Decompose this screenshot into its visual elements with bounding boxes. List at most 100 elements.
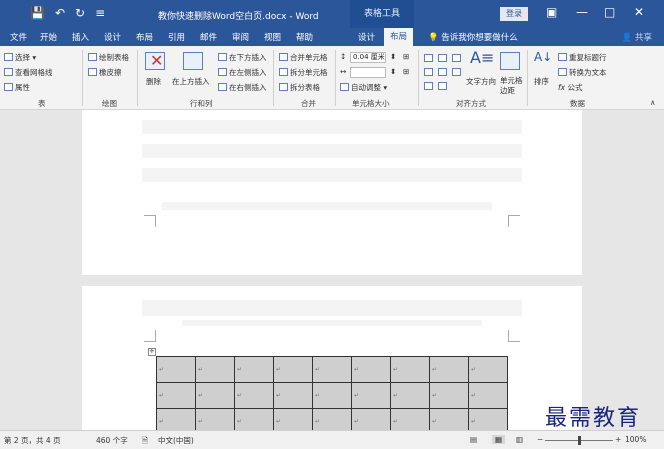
table-cell[interactable]: ↵: [390, 356, 430, 383]
maximize-icon[interactable]: □: [604, 5, 615, 19]
autofit-label: 自动调整 ▾: [351, 83, 388, 92]
distribute-columns-icon[interactable]: ⊞: [403, 67, 409, 76]
align-middle-center-icon[interactable]: [438, 68, 447, 76]
tab-design[interactable]: 设计: [104, 31, 121, 43]
insert-left-button[interactable]: 在左侧插入: [218, 67, 267, 78]
table-cell[interactable]: ↵: [273, 356, 313, 383]
autofit-button[interactable]: 自动调整 ▾: [340, 82, 387, 93]
table-cell[interactable]: ↵: [156, 382, 196, 409]
ribbon-display-options-icon[interactable]: ▣: [546, 5, 557, 19]
tab-mailings[interactable]: 邮件: [200, 31, 217, 43]
table-cell[interactable]: ↵: [468, 356, 508, 383]
distribute-rows-icon[interactable]: ⊞: [403, 52, 409, 61]
share-button[interactable]: 👤 共享: [622, 31, 652, 43]
document-page[interactable]: [82, 110, 582, 275]
table-cell[interactable]: ↵: [273, 408, 313, 430]
row-height-input[interactable]: 0.04 厘米: [350, 52, 386, 63]
table-cell[interactable]: ↵: [312, 382, 352, 409]
table-cell[interactable]: ↵: [468, 382, 508, 409]
group-separator: [137, 50, 138, 106]
collapse-ribbon-icon[interactable]: ∧: [650, 98, 656, 107]
align-top-left-icon[interactable]: [424, 54, 433, 62]
document-table[interactable]: ↵ ↵ ↵ ↵ ↵ ↵ ↵ ↵ ↵ ↵ ↵ ↵ ↵ ↵ ↵ ↵ ↵ ↵ ↵ ↵ ↵ ↵ ↵ ↵ ↵ ↵ ↵: [156, 356, 508, 430]
table-cell[interactable]: ↵: [351, 356, 391, 383]
table-cell[interactable]: ↵: [429, 356, 469, 383]
table-cell[interactable]: ↵: [312, 408, 352, 430]
login-button[interactable]: 登录: [500, 7, 528, 21]
tab-file[interactable]: 文件: [10, 31, 27, 43]
zoom-slider-thumb[interactable]: [578, 436, 581, 445]
language-indicator[interactable]: 中文(中国): [158, 435, 194, 446]
spinner-arrows-icon[interactable]: ⬍: [390, 67, 396, 76]
repeat-header-rows-button[interactable]: 重复标题行: [558, 52, 607, 63]
table-move-handle-icon[interactable]: ✛: [148, 348, 156, 356]
spinner-arrows-icon[interactable]: ⬍: [390, 52, 396, 61]
table-cell[interactable]: ↵: [156, 408, 196, 430]
table-cell[interactable]: ↵: [390, 382, 430, 409]
close-icon[interactable]: ✕: [634, 5, 644, 19]
table-cell[interactable]: ↵: [351, 382, 391, 409]
tab-home[interactable]: 开始: [40, 31, 57, 43]
table-cell[interactable]: ↵: [273, 382, 313, 409]
column-width-input[interactable]: [350, 67, 386, 78]
table-cell[interactable]: ↵: [468, 408, 508, 430]
document-area[interactable]: ✛ ↵ ↵ ↵ ↵ ↵ ↵ ↵ ↵ ↵ ↵ ↵ ↵ ↵ ↵ ↵ ↵ ↵ ↵ ↵ ↵ ↵ ↵ ↵ ↵ ↵ ↵ ↵: [0, 110, 664, 430]
align-middle-left-icon[interactable]: [424, 68, 433, 76]
align-bottom-center-icon[interactable]: [438, 82, 447, 90]
table-cell[interactable]: ↵: [312, 356, 352, 383]
merge-cells-button[interactable]: 合并单元格: [279, 52, 328, 63]
page-count[interactable]: 第 2 页，共 4 页: [4, 435, 61, 446]
formula-button[interactable]: fx 公式: [558, 82, 582, 93]
web-layout-icon[interactable]: ▥: [516, 435, 523, 444]
insert-right-button[interactable]: 在右侧插入: [218, 82, 267, 93]
print-layout-icon[interactable]: ▦: [492, 435, 506, 444]
table-cell[interactable]: ↵: [195, 408, 235, 430]
zoom-level[interactable]: 100%: [625, 435, 646, 444]
properties-button[interactable]: 属性: [4, 82, 30, 93]
tab-view[interactable]: 视图: [264, 31, 281, 43]
minimize-icon[interactable]: —: [576, 5, 588, 19]
insert-below-button[interactable]: 在下方插入: [218, 52, 267, 63]
insert-below-label: 在下方插入: [229, 53, 267, 62]
tab-table-layout[interactable]: 布局: [384, 28, 414, 46]
table-cell[interactable]: ↵: [234, 356, 274, 383]
convert-to-text-button[interactable]: 转换为文本: [558, 67, 607, 78]
draw-table-button[interactable]: 绘制表格: [88, 52, 129, 63]
table-cell[interactable]: ↵: [234, 382, 274, 409]
table-cell[interactable]: ↵: [429, 408, 469, 430]
tab-insert[interactable]: 插入: [72, 31, 89, 43]
redo-icon[interactable]: ↻: [75, 6, 85, 20]
pencil-icon: [88, 53, 97, 61]
tab-references[interactable]: 引用: [168, 31, 185, 43]
undo-icon[interactable]: ↶: [55, 6, 65, 20]
align-bottom-left-icon[interactable]: [424, 82, 433, 90]
zoom-in-icon[interactable]: +: [615, 435, 621, 444]
view-gridlines-button[interactable]: 查看网格线: [4, 67, 53, 78]
align-top-right-icon[interactable]: [452, 54, 461, 62]
align-top-center-icon[interactable]: [438, 54, 447, 62]
tell-me-search[interactable]: 💡 告诉我你想要做什么: [428, 31, 518, 43]
table-cell[interactable]: ↵: [351, 408, 391, 430]
tab-review[interactable]: 审阅: [232, 31, 249, 43]
align-middle-right-icon[interactable]: [452, 68, 461, 76]
document-page[interactable]: ✛ ↵ ↵ ↵ ↵ ↵ ↵ ↵ ↵ ↵ ↵ ↵ ↵ ↵ ↵ ↵ ↵ ↵ ↵ ↵ ↵ ↵ ↵ ↵ ↵ ↵ ↵ ↵: [82, 286, 582, 430]
proofing-icon[interactable]: 🗎: [142, 435, 148, 448]
table-cell[interactable]: ↵: [195, 382, 235, 409]
split-cells-button[interactable]: 拆分单元格: [279, 67, 328, 78]
table-cell[interactable]: ↵: [195, 356, 235, 383]
tab-table-design[interactable]: 设计: [358, 31, 375, 43]
word-count[interactable]: 460 个字: [96, 435, 128, 446]
tab-layout[interactable]: 布局: [136, 31, 153, 43]
table-cell[interactable]: ↵: [390, 408, 430, 430]
read-mode-icon[interactable]: ▤: [470, 435, 477, 444]
tab-help[interactable]: 帮助: [296, 31, 313, 43]
customize-quick-access-icon[interactable]: ≡: [95, 6, 105, 20]
zoom-out-icon[interactable]: −: [537, 435, 543, 444]
select-button[interactable]: 选择 ▾: [4, 52, 36, 63]
eraser-button[interactable]: 橡皮擦: [88, 67, 122, 78]
split-table-button[interactable]: 拆分表格: [279, 82, 320, 93]
table-cell[interactable]: ↵: [156, 356, 196, 383]
save-icon[interactable]: 💾: [30, 6, 45, 20]
table-cell[interactable]: ↵: [234, 408, 274, 430]
table-cell[interactable]: ↵: [429, 382, 469, 409]
